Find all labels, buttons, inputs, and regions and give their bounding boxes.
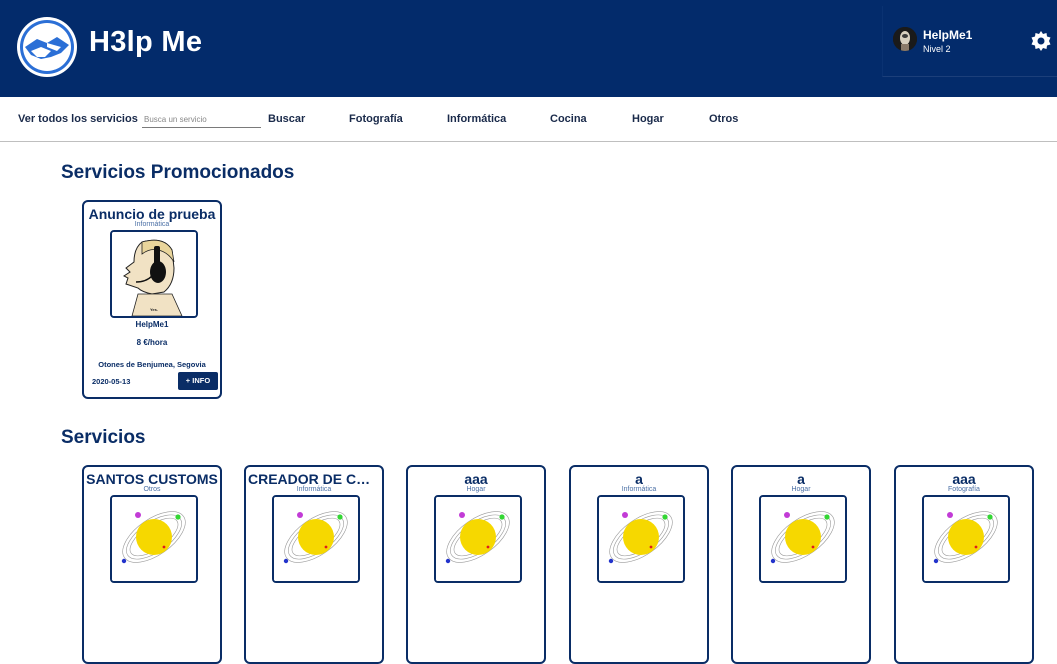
top-header: H3lp Me HelpMe1 Nivel 2	[0, 0, 1057, 97]
search-input[interactable]	[142, 111, 261, 128]
nav-category-hogar[interactable]: Hogar	[632, 113, 664, 125]
nav-all-services[interactable]: Ver todos los servicios	[18, 113, 138, 125]
nav-category-informatica[interactable]: Informática	[447, 113, 506, 125]
card-title: aaa	[464, 471, 488, 487]
card-category: Otros	[143, 486, 161, 493]
card-category: Informática	[621, 486, 657, 493]
service-image[interactable]	[272, 495, 360, 583]
service-card[interactable]: aaa Fotografía	[894, 465, 1034, 664]
card-title: a	[797, 471, 805, 487]
handshake-logo-icon[interactable]	[17, 17, 77, 77]
card-title: Anuncio de prueba	[88, 206, 216, 222]
service-card[interactable]: SANTOS CUSTOMS Otros	[82, 465, 222, 664]
search-button[interactable]: Buscar	[268, 113, 305, 125]
nav-category-otros[interactable]: Otros	[709, 113, 738, 125]
card-category: Hogar	[466, 486, 486, 493]
promoted-section-title: Servicios Promocionados	[61, 162, 295, 183]
gear-icon[interactable]	[1031, 31, 1051, 51]
card-user: HelpMe1	[135, 320, 169, 329]
card-category: Hogar	[791, 486, 811, 493]
card-title: a	[635, 471, 643, 487]
service-image[interactable]	[759, 495, 847, 583]
card-title: aaa	[952, 471, 976, 487]
category-nav: Ver todos los servicios Buscar Fotografí…	[0, 97, 1057, 142]
service-card[interactable]: a Hogar	[731, 465, 871, 664]
service-image[interactable]	[922, 495, 1010, 583]
card-title: CREADOR DE CONT…	[248, 471, 382, 487]
card-price: 8 €/hora	[136, 338, 168, 347]
promoted-service-card[interactable]: Anuncio de prueba Informática Yes. HelpM…	[82, 200, 222, 399]
nav-category-cocina[interactable]: Cocina	[550, 113, 587, 125]
more-info-button[interactable]: + INFO	[178, 372, 218, 390]
service-image[interactable]: Yes.	[110, 230, 198, 318]
service-image[interactable]	[110, 495, 198, 583]
card-category: Informática	[134, 221, 170, 228]
service-card[interactable]: aaa Hogar	[406, 465, 546, 664]
card-date: 2020-05-13	[92, 377, 131, 386]
service-card[interactable]: CREADOR DE CONT…Informática	[244, 465, 384, 664]
service-card[interactable]: a Informática	[569, 465, 709, 664]
card-category: Fotografía	[948, 486, 980, 493]
service-image[interactable]	[597, 495, 685, 583]
brand-name[interactable]: H3lp Me	[89, 26, 202, 59]
nav-category-fotografia[interactable]: Fotografía	[349, 113, 403, 125]
user-level: Nivel 2	[923, 44, 951, 54]
services-section-title: Servicios	[61, 427, 146, 448]
svg-text:Yes.: Yes.	[150, 307, 158, 312]
service-image[interactable]	[434, 495, 522, 583]
card-category: Informática	[296, 486, 332, 493]
card-title: SANTOS CUSTOMS	[86, 471, 218, 487]
avatar[interactable]	[893, 27, 917, 51]
user-name: HelpMe1	[923, 28, 973, 42]
card-location: Otones de Benjumea, Segovia	[98, 360, 206, 369]
